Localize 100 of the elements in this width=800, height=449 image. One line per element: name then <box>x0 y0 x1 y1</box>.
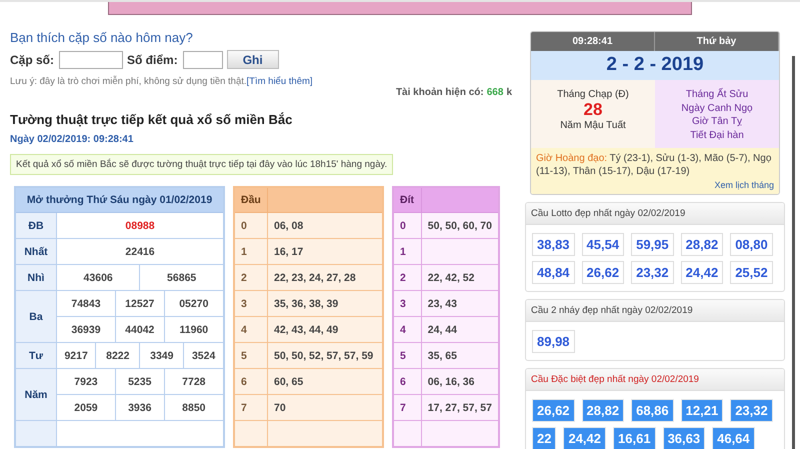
number-pair: 25,52 <box>730 261 773 284</box>
number-pair: 12,21 <box>680 399 724 422</box>
prize-number-cell: 8222 <box>96 342 140 368</box>
number-pair: 23,32 <box>730 399 773 422</box>
digit-cell: 6 <box>234 368 268 394</box>
digit-cell: 4 <box>234 316 268 342</box>
numbers-cell: 06, 08 <box>268 212 383 238</box>
numbers-cell: 35, 36, 38, 39 <box>268 290 383 316</box>
prize-number-cell: 74843 <box>56 290 116 316</box>
number-pair: 26,62 <box>582 261 624 284</box>
scrollbar[interactable] <box>792 56 795 449</box>
number-pair: 36,63 <box>662 427 706 449</box>
points-label: Số điểm: <box>127 52 178 66</box>
calendar-date: 2 - 2 - 2019 <box>531 51 779 80</box>
learn-more-link[interactable]: [Tìm hiểu thêm] <box>246 76 313 87</box>
numbers-cell: 42, 43, 44, 49 <box>268 316 383 342</box>
account-unit: k <box>506 87 512 98</box>
panel-title: Cầu Đặc biệt đẹp nhất ngày 02/02/2019 <box>526 369 784 391</box>
tail-digit-header: Đít <box>393 187 422 212</box>
digit-cell: 1 <box>234 238 268 264</box>
good-hours-text: Giờ Hoàng đạo: Tý (23-1), Sửu (1-3), Mão (5-7), Ngọ (11-13), Thân (15-17), Dậu (17-19) <box>536 152 772 178</box>
prize-number-cell: 05270 <box>164 290 224 316</box>
digit-cell: 0 <box>393 212 422 238</box>
prize-number-cell: 08988 <box>56 212 224 238</box>
numbers-cell: 17, 27, 57, 57 <box>421 394 499 420</box>
pair-input-field[interactable] <box>59 50 124 68</box>
prize-name-cell: ĐB <box>15 212 56 238</box>
points-input-field[interactable] <box>182 50 223 68</box>
note-text: Lưu ý: đây là trò chơi miễn phí, không sử dụng tiền thật. <box>10 76 247 87</box>
numbers-cell: 23, 43 <box>421 290 499 316</box>
number-pair: 24,42 <box>563 427 606 449</box>
digit-cell: 3 <box>234 290 268 316</box>
number-pair: 22 <box>532 427 556 449</box>
number-pair: 48,84 <box>532 261 575 284</box>
prize-number-cell: 7728 <box>164 368 224 394</box>
prize-number-cell: 56865 <box>140 264 224 290</box>
account-amount: 668 <box>486 87 504 98</box>
prize-name-cell: Ba <box>15 290 56 342</box>
lunar-day: 28 <box>531 101 655 119</box>
question-heading: Bạn thích cặp số nào hôm nay? <box>10 30 194 45</box>
prize-name-cell: Nhì <box>15 264 56 290</box>
digit-cell: 1 <box>393 238 422 264</box>
panel-title: Cầu Lotto đẹp nhất ngày 02/02/2019 <box>526 203 784 225</box>
digit-cell: 2 <box>393 264 422 290</box>
number-pair: 59,95 <box>631 233 674 256</box>
account-label: Tài khoản hiện có: <box>396 87 484 98</box>
prize-number-cell: 3936 <box>115 394 164 420</box>
prize-number-cell: 44042 <box>115 316 164 342</box>
number-pair: 16,61 <box>613 427 656 449</box>
results-header: Mở thưởng Thứ Sáu ngày 01/02/2019 <box>15 187 224 212</box>
section-title: Tường thuật trực tiếp kết quả xổ số miền Bắc <box>10 112 294 127</box>
numbers-cell: 35, 65 <box>421 342 499 368</box>
digit-cell: 6 <box>393 368 422 394</box>
month-calendar-link[interactable]: Xem lịch tháng <box>536 180 774 190</box>
numbers-cell: 50, 50, 52, 57, 57, 59 <box>268 342 383 368</box>
number-pair: 26,62 <box>532 399 575 422</box>
digit-cell: 7 <box>393 394 422 420</box>
prize-number-cell: 12527 <box>115 290 164 316</box>
prize-number-cell: 43606 <box>56 264 140 290</box>
prize-number-cell: 11960 <box>164 316 224 342</box>
prize-number-cell: 8850 <box>164 394 224 420</box>
number-pair: 89,98 <box>532 330 575 353</box>
number-pair: 28,82 <box>680 233 724 256</box>
prize-number-cell: 5235 <box>115 368 164 394</box>
number-pair: 28,82 <box>582 399 624 422</box>
prize-number-cell: 7923 <box>56 368 116 394</box>
digit-cell: 2 <box>234 264 268 290</box>
number-pair: 68,86 <box>631 399 674 422</box>
numbers-cell: 06, 16, 36 <box>421 368 499 394</box>
pair-label: Cặp số: <box>10 52 54 66</box>
numbers-cell: 22, 23, 24, 27, 28 <box>268 264 383 290</box>
digit-cell: 3 <box>393 290 422 316</box>
number-pair: 45,54 <box>582 233 624 256</box>
prize-number-cell: 3349 <box>140 342 184 368</box>
head-digit-header: Đầu <box>234 187 268 212</box>
prize-name-cell: Tư <box>15 342 56 368</box>
can-chi-line: Tiết Đại hàn <box>689 128 745 142</box>
digit-cell: 5 <box>234 342 268 368</box>
section-date: Ngày 02/02/2019: 09:28:41 <box>10 134 134 145</box>
numbers-cell: 70 <box>268 394 383 420</box>
prize-number-cell: 36939 <box>56 316 116 342</box>
save-button[interactable]: Ghi <box>226 50 279 69</box>
digit-cell: 0 <box>234 212 268 238</box>
digit-cell: 7 <box>234 394 268 420</box>
numbers-cell: 24, 44 <box>421 316 499 342</box>
numbers-cell: 16, 17 <box>268 238 383 264</box>
number-pair: 23,32 <box>631 261 674 284</box>
notice-message: Kết quả xổ số miền Bắc sẽ được tường thuật trực tiếp tại đây vào lúc 18h15' hàng ngày. <box>10 154 394 175</box>
number-pair: 24,42 <box>680 261 724 284</box>
numbers-cell: 50, 50, 60, 70 <box>421 212 499 238</box>
can-chi-line: Tháng Ất Sửu <box>684 88 750 102</box>
can-chi-line: Giờ Tân Tỵ <box>690 115 744 128</box>
digit-cell: 4 <box>393 316 422 342</box>
prize-number-cell: 2059 <box>56 394 116 420</box>
numbers-cell: 60, 65 <box>268 368 383 394</box>
lunar-month: Tháng Chạp (Đ) <box>556 88 630 101</box>
prize-number-cell: 22416 <box>56 238 224 264</box>
numbers-cell: 22, 42, 52 <box>421 264 499 290</box>
prize-number-cell: 3524 <box>184 342 224 368</box>
can-chi-line: Ngày Canh Ngọ <box>680 102 754 115</box>
